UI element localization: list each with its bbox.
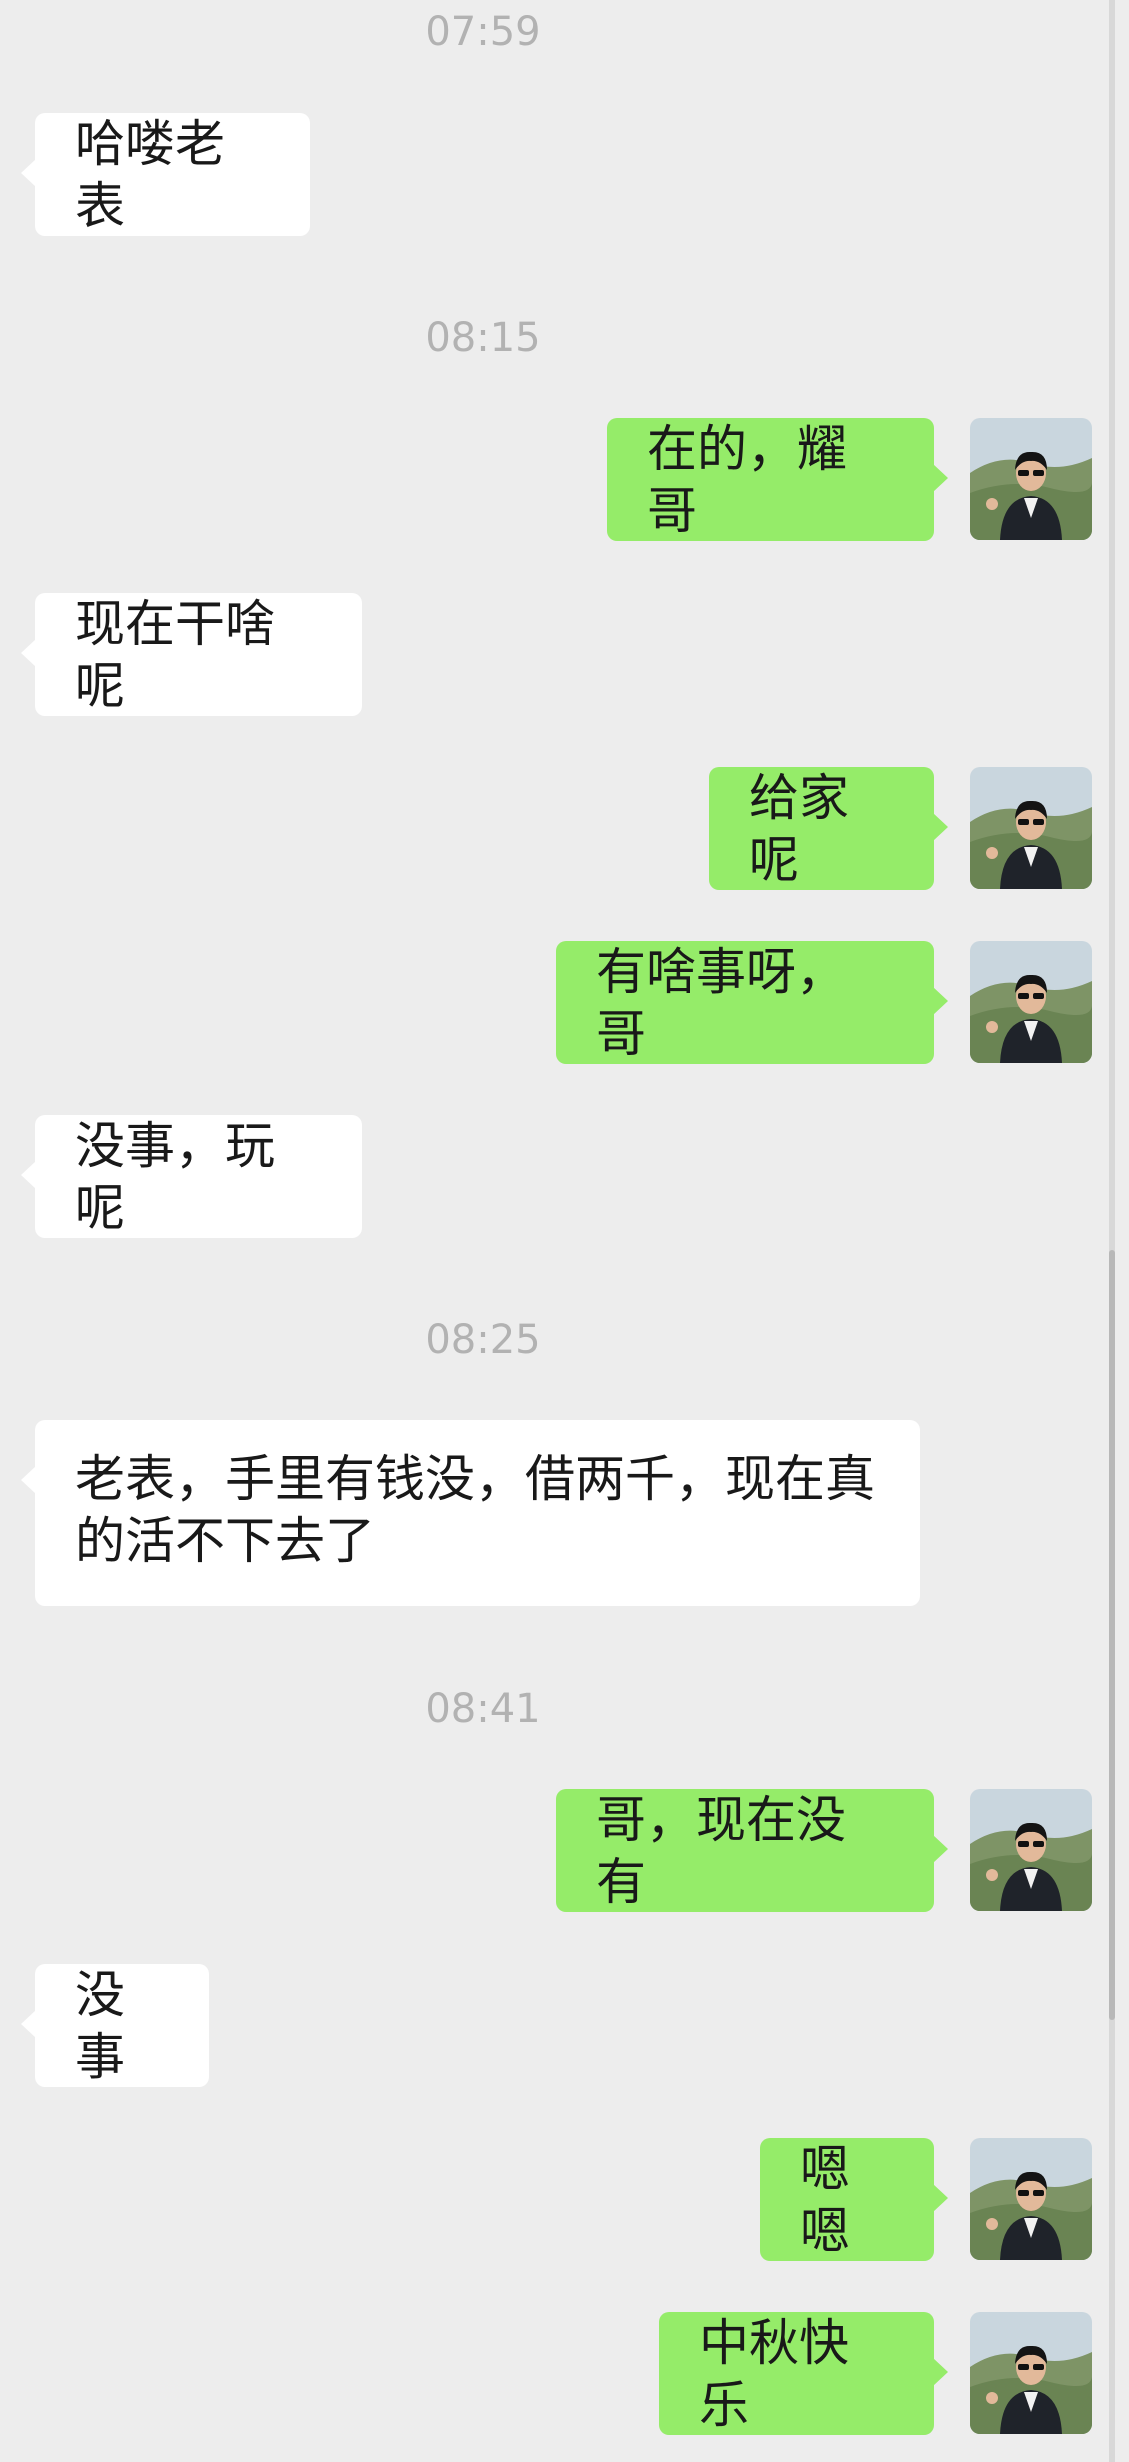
user-avatar[interactable] [970, 941, 1092, 1063]
outgoing-message-bubble[interactable]: 有啥事呀，哥 [556, 941, 948, 1064]
incoming-message-bubble[interactable]: 老表，手里有钱没，借两千，现在真的活不下去了 [21, 1420, 920, 1606]
scrollbar-thumb[interactable] [1109, 1250, 1115, 2020]
timestamp: 08:15 [425, 315, 541, 361]
timestamp: 08:41 [425, 1686, 541, 1732]
outgoing-message-bubble[interactable]: 嗯嗯 [760, 2138, 948, 2261]
incoming-message-bubble[interactable]: 没事 [21, 1964, 209, 2087]
user-avatar-icon [970, 1789, 1092, 1911]
outgoing-message-bubble[interactable]: 在的，耀哥 [607, 418, 948, 541]
outgoing-message-bubble[interactable]: 中秋快乐 [659, 2312, 948, 2435]
user-avatar[interactable] [970, 2138, 1092, 2260]
scrollbar-track[interactable] [1109, 0, 1115, 2462]
user-avatar-icon [970, 418, 1092, 540]
user-avatar[interactable] [970, 418, 1092, 540]
user-avatar-icon [970, 941, 1092, 1063]
user-avatar[interactable] [970, 2312, 1092, 2434]
outgoing-message-bubble[interactable]: 哥，现在没有 [556, 1789, 948, 1912]
incoming-message-bubble[interactable]: 没事，玩呢 [21, 1115, 362, 1238]
user-avatar[interactable] [970, 767, 1092, 889]
user-avatar-icon [970, 767, 1092, 889]
incoming-message-bubble[interactable]: 现在干啥呢 [21, 593, 362, 716]
user-avatar[interactable] [970, 1789, 1092, 1911]
incoming-message-bubble[interactable]: 哈喽老表 [21, 113, 310, 236]
user-avatar-icon [970, 2312, 1092, 2434]
outgoing-message-bubble[interactable]: 给家呢 [709, 767, 948, 890]
chat-conversation[interactable]: 07:59 哈喽老表 08:15 在的，耀哥 现在干啥呢 给家呢 有啥事呀，哥 … [0, 0, 1129, 2462]
timestamp: 08:25 [425, 1317, 541, 1363]
timestamp: 07:59 [425, 9, 541, 55]
user-avatar-icon [970, 2138, 1092, 2260]
